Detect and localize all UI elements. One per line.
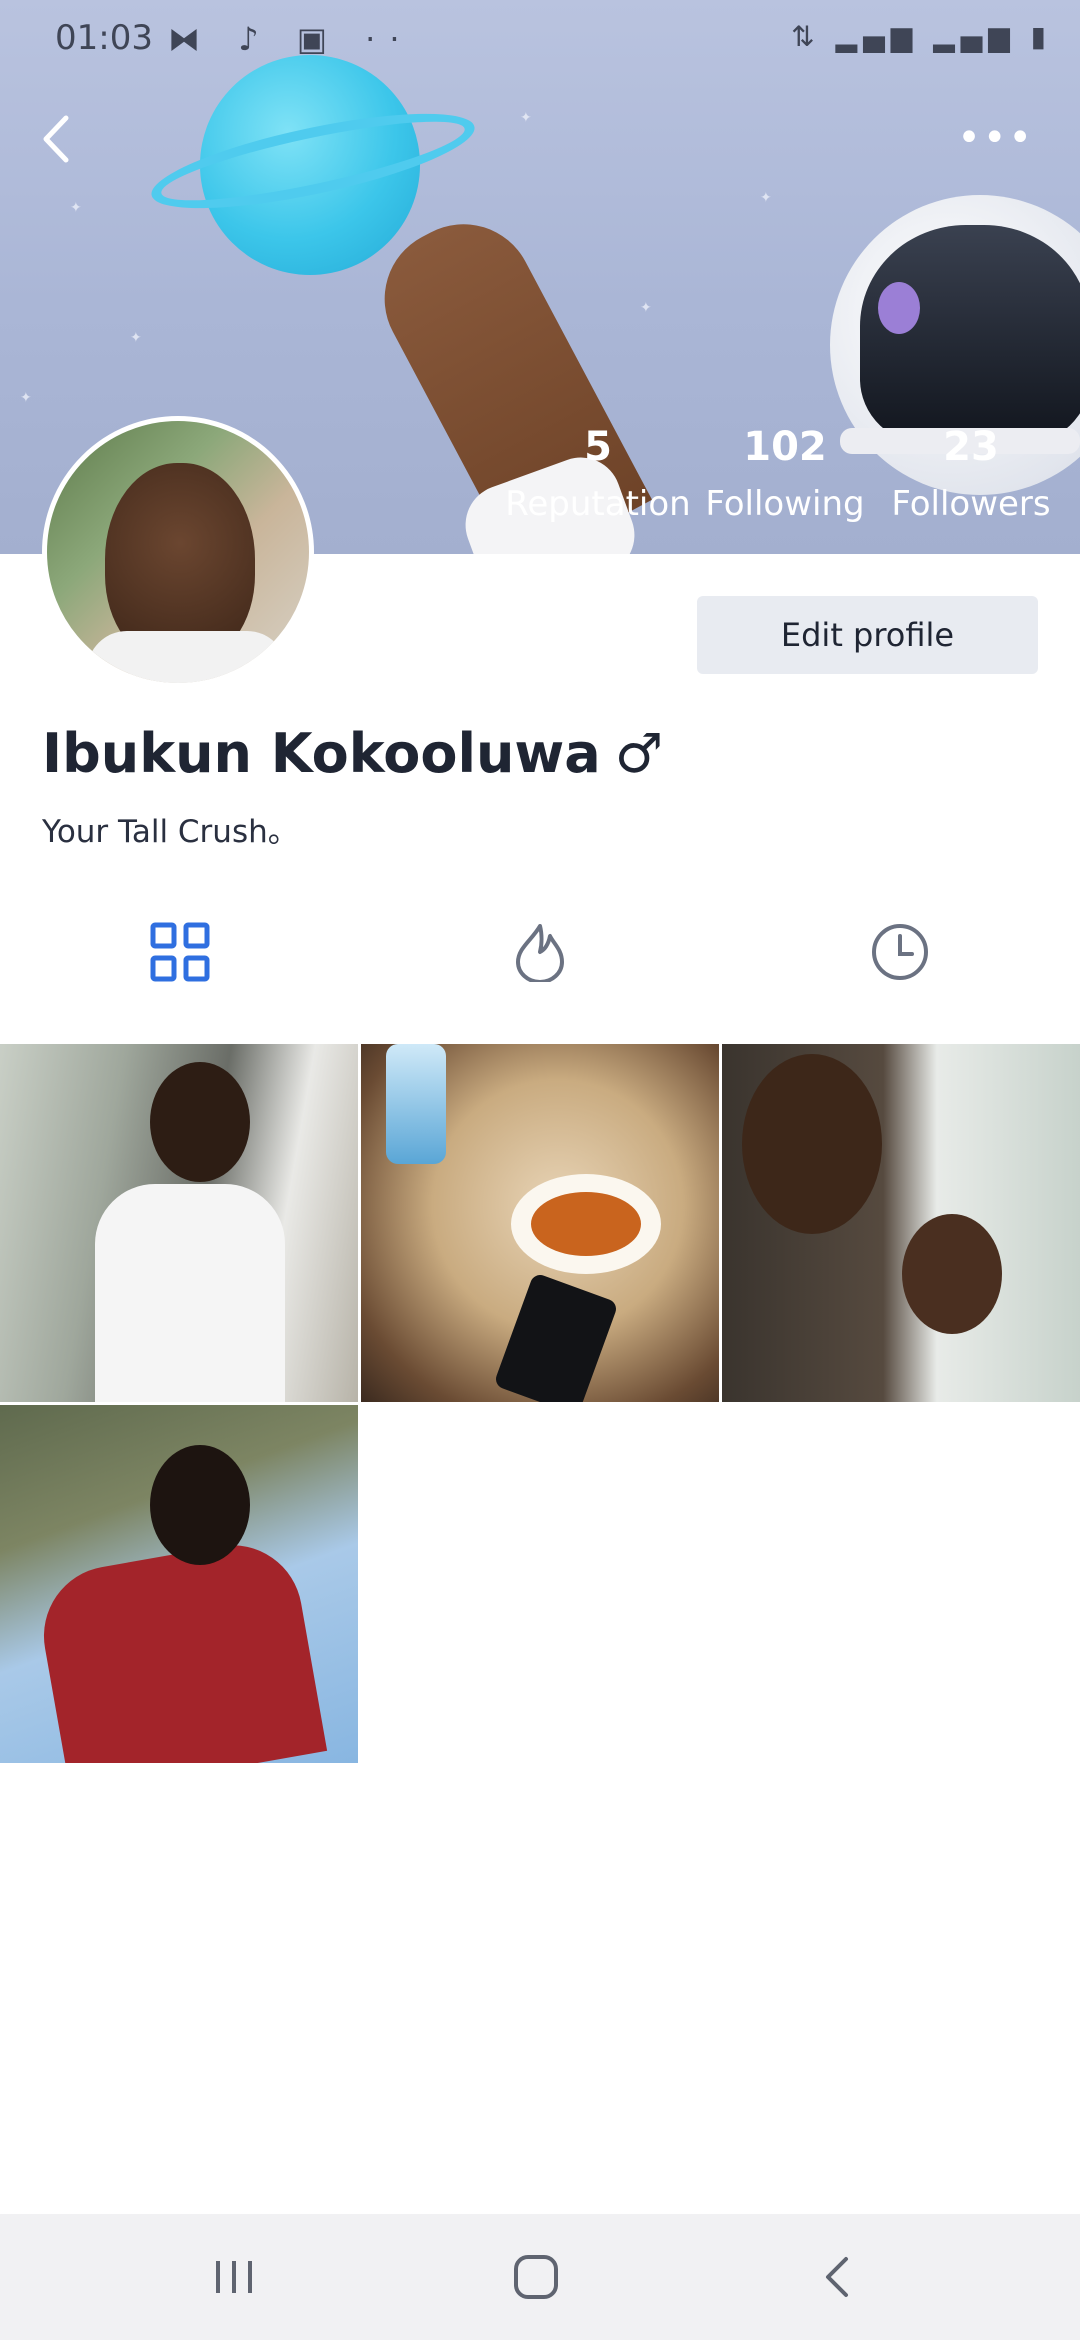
back-button[interactable] (38, 112, 74, 166)
notification-icons: ⧓ ♪ ▣ ·· (168, 20, 414, 58)
h-plus-icon: ⇅ (791, 20, 821, 53)
photo-subject (386, 1044, 446, 1164)
photo-subject (902, 1214, 1002, 1334)
system-icons: ⇅ ▂▄▆ ▂▄▆ ▮ (791, 20, 1052, 53)
photo-man-red-shirt[interactable] (0, 1405, 358, 1763)
recents-button[interactable] (134, 2214, 334, 2340)
photo-subject (150, 1445, 250, 1565)
status-time: 01:03 (55, 18, 153, 58)
star-decoration: ✦ (640, 300, 652, 316)
music-note-icon: ♪ (238, 20, 273, 58)
photo-subject (493, 1272, 619, 1402)
back-arrow-icon (826, 2257, 848, 2297)
stat-label: Reputation (505, 484, 691, 524)
chevron-left-icon (43, 115, 69, 163)
flame-icon (516, 924, 564, 982)
home-icon (514, 2255, 558, 2299)
signal-icon: ▂▄▆ (933, 20, 1016, 53)
home-button[interactable] (436, 2214, 636, 2340)
visor-reflection (878, 282, 920, 334)
clock-icon (872, 924, 928, 980)
more-dots-icon: ·· (365, 20, 414, 58)
profile-tabs (0, 900, 1080, 1010)
star-decoration: ✦ (760, 190, 772, 206)
stat-value: 23 (943, 424, 999, 470)
star-decoration: ✦ (70, 200, 82, 216)
stat-reputation[interactable]: 5 Reputation (500, 424, 696, 524)
photo-subject (32, 1534, 328, 1763)
photo-man-glasses[interactable] (0, 1044, 358, 1402)
system-navigation-bar (0, 2214, 1080, 2340)
stat-label: Following (705, 484, 865, 524)
photo-food-table[interactable] (361, 1044, 719, 1402)
photo-subject (150, 1062, 250, 1182)
star-decoration: ✦ (130, 330, 142, 346)
stat-label: Followers (891, 484, 1051, 524)
tab-recent[interactable] (720, 900, 1080, 1010)
status-bar: 01:03 ⧓ ♪ ▣ ·· ⇅ ▂▄▆ ▂▄▆ ▮ (0, 0, 1080, 80)
profile-stats: 5 Reputation 102 Following 23 Followers (500, 424, 1060, 534)
male-gender-icon: ♂ (614, 722, 664, 785)
star-decoration: ✦ (520, 110, 532, 126)
photo-two-men-selfie[interactable] (722, 1044, 1080, 1402)
photo-subject (531, 1192, 641, 1256)
profile-name: Ibukun Kokooluwa ♂ (42, 722, 663, 785)
star-decoration: ✦ (20, 390, 32, 406)
photo-subject (95, 1184, 285, 1402)
tab-posts-grid[interactable] (0, 900, 360, 1010)
stat-value: 5 (584, 424, 612, 470)
profile-name-text: Ibukun Kokooluwa (42, 722, 601, 785)
system-back-button[interactable] (738, 2214, 938, 2340)
m-icon: ⧓ (168, 20, 214, 58)
stat-value: 102 (743, 424, 827, 470)
more-horizontal-icon: ••• (957, 115, 1034, 161)
stat-followers[interactable]: 23 Followers (880, 424, 1062, 524)
tab-hot[interactable] (360, 900, 720, 1010)
more-options-button[interactable]: ••• (957, 118, 1034, 158)
grid-icon (150, 922, 210, 982)
profile-bio: Your Tall Crush。 (42, 814, 299, 850)
stat-following[interactable]: 102 Following (705, 424, 865, 524)
photo-subject (742, 1054, 882, 1234)
battery-icon: ▮ (1030, 20, 1052, 53)
image-icon: ▣ (296, 20, 341, 58)
signal-icon: ▂▄▆ (835, 20, 919, 53)
avatar-shirt (87, 631, 287, 683)
avatar[interactable] (42, 416, 314, 688)
edit-profile-button[interactable]: Edit profile (697, 596, 1038, 674)
helmet-visor (860, 225, 1080, 445)
recents-icon (216, 2261, 252, 2293)
